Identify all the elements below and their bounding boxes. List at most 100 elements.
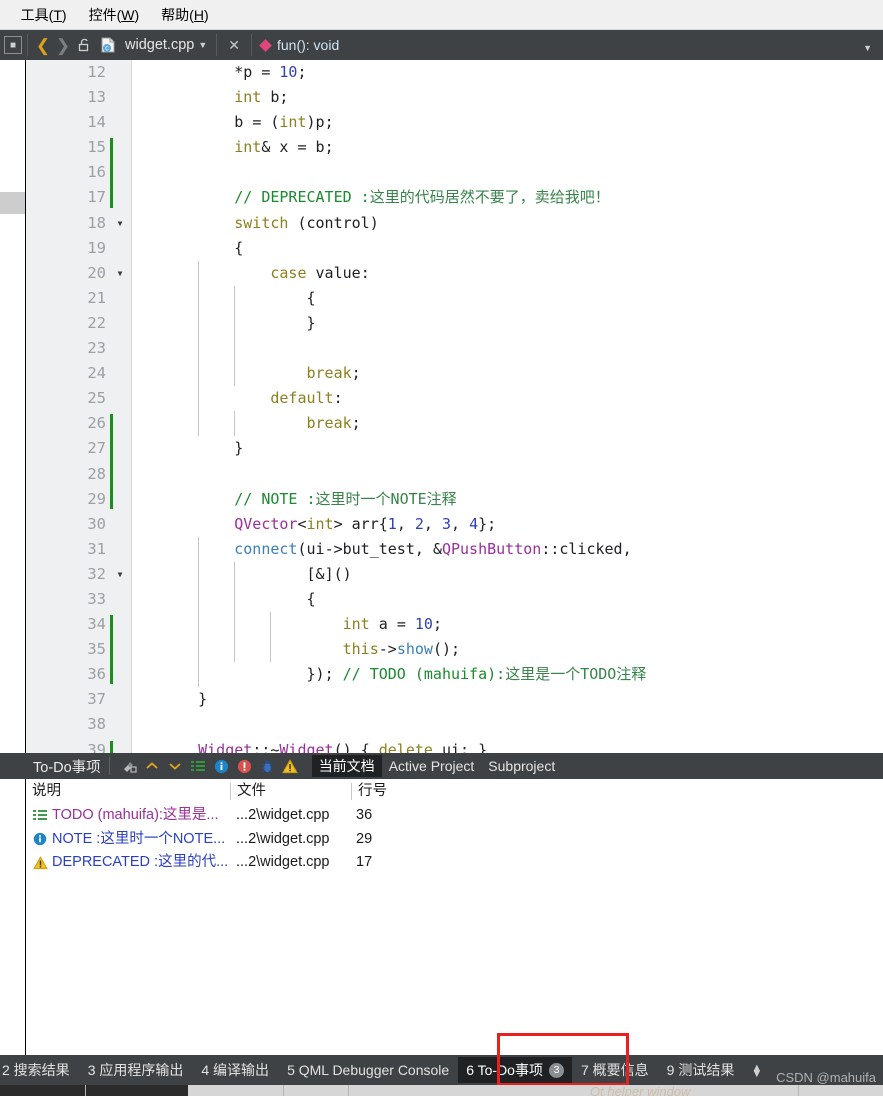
file-tab-widget-cpp[interactable]: C widget.cpp	[97, 34, 194, 56]
menu-item-widgets[interactable]: 控件(W)	[78, 0, 151, 30]
output-pane-tab[interactable]: 3 应用程序输出	[79, 1055, 193, 1085]
code-row[interactable]: this->show();	[132, 637, 883, 662]
output-pane-tab[interactable]: 7 概要信息	[572, 1055, 658, 1085]
gutter-row[interactable]: 26	[26, 411, 131, 436]
gutter-row[interactable]: 24	[26, 361, 131, 386]
code-row[interactable]: case value:	[132, 261, 883, 286]
code-row[interactable]: [&]()	[132, 562, 883, 587]
column-header-line[interactable]: 行号	[352, 779, 387, 804]
code-row[interactable]: // DEPRECATED :这里的代码居然不要了，卖给我吧！	[132, 185, 883, 210]
gutter-row[interactable]: 33	[26, 587, 131, 612]
code-row[interactable]: }	[132, 311, 883, 336]
todo-scope-tab[interactable]: Active Project	[382, 757, 482, 775]
gutter-row[interactable]: 37	[26, 687, 131, 712]
code-row[interactable]: connect(ui->but_test, &QPushButton::clic…	[132, 537, 883, 562]
close-icon[interactable]: ✕	[222, 37, 246, 54]
code-row[interactable]: b = (int)p;	[132, 110, 883, 135]
sidebar-toggle-icon[interactable]: ■	[4, 36, 22, 54]
error-filter-icon[interactable]	[233, 755, 256, 777]
gutter-row[interactable]: 16	[26, 160, 131, 185]
code-row[interactable]: break;	[132, 411, 883, 436]
gutter-row[interactable]: 12	[26, 60, 131, 85]
code-row[interactable]: switch (control)	[132, 211, 883, 236]
todo-scope-tab[interactable]: 当前文档	[311, 755, 382, 777]
code-row[interactable]: break;	[132, 361, 883, 386]
code-row[interactable]	[132, 462, 883, 487]
gutter-row[interactable]: 31	[26, 537, 131, 562]
code-row[interactable]: int b;	[132, 85, 883, 110]
clear-icon[interactable]	[118, 755, 141, 777]
chevron-up-icon[interactable]	[141, 755, 164, 777]
code-row[interactable]: int a = 10;	[132, 612, 883, 637]
code-row[interactable]: {	[132, 286, 883, 311]
table-row[interactable]: DEPRECATED :这里的代... ...2\widget.cpp 17	[26, 851, 883, 875]
list-filter-icon[interactable]	[187, 755, 210, 777]
gutter-row[interactable]: 14	[26, 110, 131, 135]
output-pane-tab[interactable]: 2 搜索结果	[0, 1055, 79, 1085]
gutter-row[interactable]: 17	[26, 185, 131, 210]
left-strip-handle[interactable]	[0, 192, 25, 214]
table-row[interactable]: TODO (mahuifa):这里是... ...2\widget.cpp 36	[26, 804, 883, 828]
info-filter-icon[interactable]	[210, 755, 233, 777]
file-tab-dropdown-chevron-down-icon[interactable]: ▼	[194, 40, 211, 50]
menu-item-tools[interactable]: 工具(T)	[10, 0, 78, 30]
editor-gutter[interactable]: 12 13 14 15 16 17 18 ▼ 19 20 ▼ 21 22 23 24 25 26 27 28 29 30…	[26, 60, 131, 753]
code-row[interactable]	[132, 160, 883, 185]
code-row[interactable]	[132, 712, 883, 737]
chevron-down-icon[interactable]	[164, 755, 187, 777]
code-row[interactable]: {	[132, 236, 883, 261]
gutter-row[interactable]: 32 ▼	[26, 562, 131, 587]
gutter-row[interactable]: 27	[26, 436, 131, 461]
column-header-description[interactable]: 说明	[26, 779, 61, 804]
code-row[interactable]: *p = 10;	[132, 60, 883, 85]
code-row[interactable]: }	[132, 436, 883, 461]
output-pane-tab[interactable]: 6 To-Do事项 3	[458, 1057, 572, 1083]
code-row[interactable]: {	[132, 587, 883, 612]
code-row[interactable]: int& x = b;	[132, 135, 883, 160]
code-row[interactable]	[132, 336, 883, 361]
todo-scope-tab[interactable]: Subproject	[481, 757, 562, 775]
gutter-row[interactable]: 15	[26, 135, 131, 160]
output-pane-tab[interactable]: 5 QML Debugger Console	[278, 1055, 458, 1085]
chevron-left-icon[interactable]: ❮	[33, 37, 53, 54]
gutter-row[interactable]: 25	[26, 386, 131, 411]
todo-table[interactable]: 说明 文件 行号 TODO (mahuifa):这里是... ...2\widge…	[25, 779, 883, 1055]
gutter-row[interactable]: 18 ▼	[26, 211, 131, 236]
gutter-row[interactable]: 39	[26, 738, 131, 753]
gutter-row[interactable]: 38	[26, 712, 131, 737]
code-row[interactable]: }	[132, 687, 883, 712]
table-row[interactable]: NOTE :这里时一个NOTE... ...2\widget.cpp 29	[26, 828, 883, 852]
code-row[interactable]: default:	[132, 386, 883, 411]
fold-chevron-down-icon[interactable]: ▼	[114, 261, 126, 286]
output-pane-tab[interactable]: 4 编译输出	[192, 1055, 278, 1085]
gutter-row[interactable]: 23	[26, 336, 131, 361]
code-row[interactable]: QVector<int> arr{1, 2, 3, 4};	[132, 512, 883, 537]
toolbar-overflow-chevron-down-icon[interactable]: ▼	[859, 43, 876, 53]
updown-arrows-icon[interactable]: ▲ ▼	[743, 1063, 770, 1080]
editor-code-area[interactable]: *p = 10; int b; b = (int)p; int& x = b; …	[131, 60, 883, 753]
gutter-row[interactable]: 19	[26, 236, 131, 261]
gutter-row[interactable]: 21	[26, 286, 131, 311]
gutter-row[interactable]: 35	[26, 637, 131, 662]
fold-chevron-down-icon[interactable]: ▼	[114, 211, 126, 236]
gutter-row[interactable]: 30	[26, 512, 131, 537]
chevron-right-icon[interactable]: ❯	[53, 37, 73, 54]
todo-row-list[interactable]: TODO (mahuifa):这里是... ...2\widget.cpp 36 NO…	[26, 804, 883, 875]
gutter-row[interactable]: 29	[26, 487, 131, 512]
gutter-row[interactable]: 13	[26, 85, 131, 110]
code-row[interactable]: }); // TODO (mahuifa):这里是一个TODO注释	[132, 662, 883, 687]
todo-scope-tabs[interactable]: 当前文档 Active Project Subproject	[311, 755, 563, 777]
gutter-row[interactable]: 28	[26, 462, 131, 487]
column-header-file[interactable]: 文件	[231, 779, 266, 804]
gutter-row[interactable]: 36	[26, 662, 131, 687]
gutter-row[interactable]: 20 ▼	[26, 261, 131, 286]
symbol-selector[interactable]: fun(): void	[259, 37, 339, 53]
warning-filter-icon[interactable]	[279, 755, 302, 777]
menu-item-help[interactable]: 帮助(H)	[150, 0, 219, 30]
code-editor[interactable]: 12 13 14 15 16 17 18 ▼ 19 20 ▼ 21 22 23 24 25 26 27 28 29 30…	[25, 60, 883, 753]
menu-item-clipped[interactable]: )	[0, 0, 10, 30]
bug-filter-icon[interactable]	[256, 755, 279, 777]
gutter-row[interactable]: 34	[26, 612, 131, 637]
output-pane-tab[interactable]: 9 测试结果	[658, 1055, 744, 1085]
unlock-icon[interactable]	[73, 34, 95, 56]
